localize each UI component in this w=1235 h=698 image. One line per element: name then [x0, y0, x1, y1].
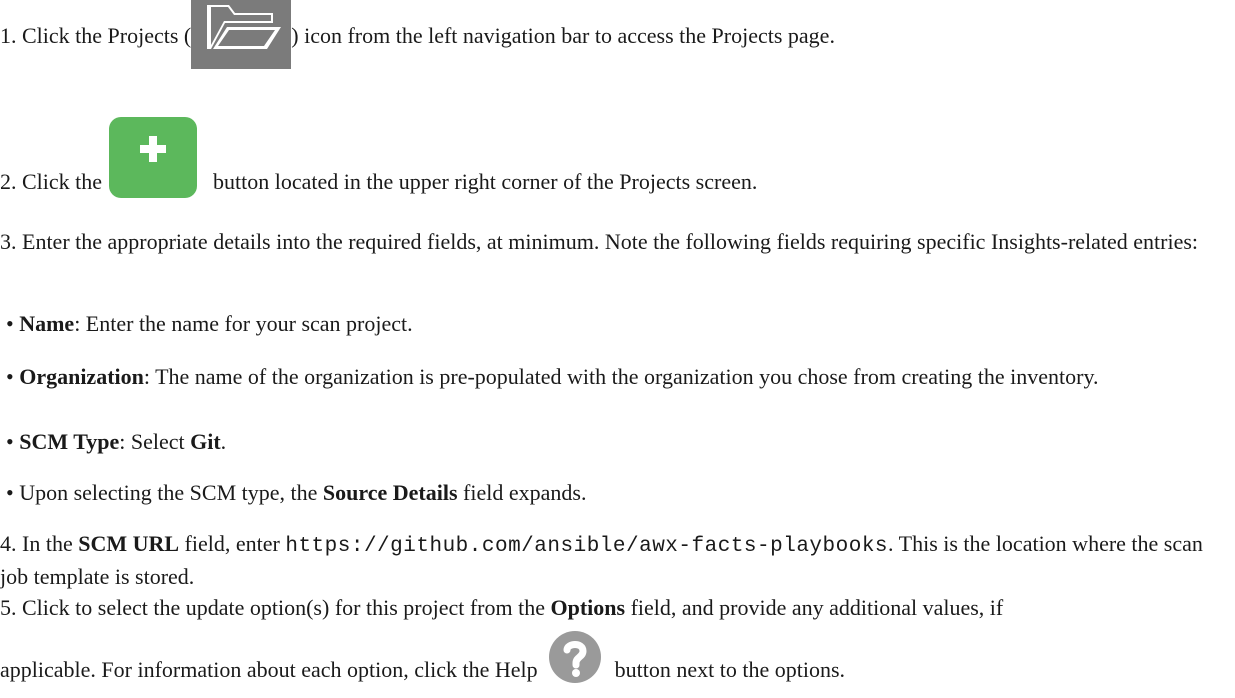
step-1-text-before: Click the Projects ( [22, 23, 192, 49]
step-5-number: 5. [0, 595, 17, 620]
step-5-text-before: Click to select the update option(s) for… [22, 595, 545, 620]
bullet-source-details-pre: Upon selecting the SCM type, the [19, 480, 323, 505]
step-5-line-2: applicable. For information about each o… [0, 630, 846, 685]
bullet-glyph: • [6, 480, 14, 505]
step-5-text-line2-before: applicable. For information about each o… [0, 657, 538, 682]
bullet-scm-type: • SCM Type: Select Git. [0, 427, 226, 457]
bullet-name-text: : Enter the name for your scan project. [74, 311, 413, 336]
bullet-scm-type-value: Git [190, 429, 221, 454]
step-4-number: 4. [0, 531, 17, 556]
step-3-number: 3. [0, 229, 17, 254]
bullet-scm-type-label: SCM Type [19, 429, 120, 454]
bullet-glyph: • [6, 311, 14, 336]
add-icon [108, 116, 198, 199]
step-2: 2. Click the button located in the upper… [0, 117, 758, 199]
step-5-field-label: Options [550, 595, 626, 620]
step-2-text-after: button located in the upper right corner… [213, 169, 758, 194]
step-2-text-before: Click the [22, 169, 103, 194]
step-1: 1. Click the Projects ( ) icon from the … [0, 0, 835, 69]
bullet-scm-type-text: : Select [119, 429, 191, 454]
step-5-text-middle: field, and provide any additional values… [630, 595, 1004, 620]
folder-icon [191, 0, 292, 69]
step-4-text-middle: field, enter [184, 531, 280, 556]
step-5-line-1: 5. Click to select the update option(s) … [0, 593, 1003, 623]
help-icon [547, 629, 603, 685]
bullet-glyph: • [6, 364, 14, 389]
bullet-name: • Name: Enter the name for your scan pro… [0, 309, 413, 339]
step-1-number: 1. [0, 23, 17, 49]
step-4-text-before: In the [22, 531, 73, 556]
bullet-name-label: Name [19, 311, 75, 336]
scm-url-link: https://github.com/ansible/awx-facts-pla… [285, 535, 889, 558]
step-3-text: Enter the appropriate details into the r… [22, 229, 1199, 254]
bullet-organization: • Organization: The name of the organiza… [0, 362, 1232, 392]
bullet-glyph: • [6, 429, 14, 454]
bullet-source-details-text: field expands. [457, 480, 587, 505]
step-3: 3. Enter the appropriate details into th… [0, 227, 1232, 257]
bullet-source-details: • Upon selecting the SCM type, the Sourc… [0, 478, 586, 508]
bullet-source-details-label: Source Details [322, 480, 458, 505]
step-2-number: 2. [0, 169, 17, 194]
bullet-organization-label: Organization [19, 364, 144, 389]
step-4: 4. In the SCM URL field, enter https://g… [0, 529, 1232, 592]
step-1-text-after: ) icon from the left navigation bar to a… [291, 23, 835, 49]
step-4-field-label: SCM URL [78, 531, 180, 556]
step-5-text-line2-after: button next to the options. [614, 657, 846, 682]
bullet-scm-type-tail: . [220, 429, 227, 454]
bullet-organization-text: : The name of the organization is pre-po… [143, 364, 1099, 389]
